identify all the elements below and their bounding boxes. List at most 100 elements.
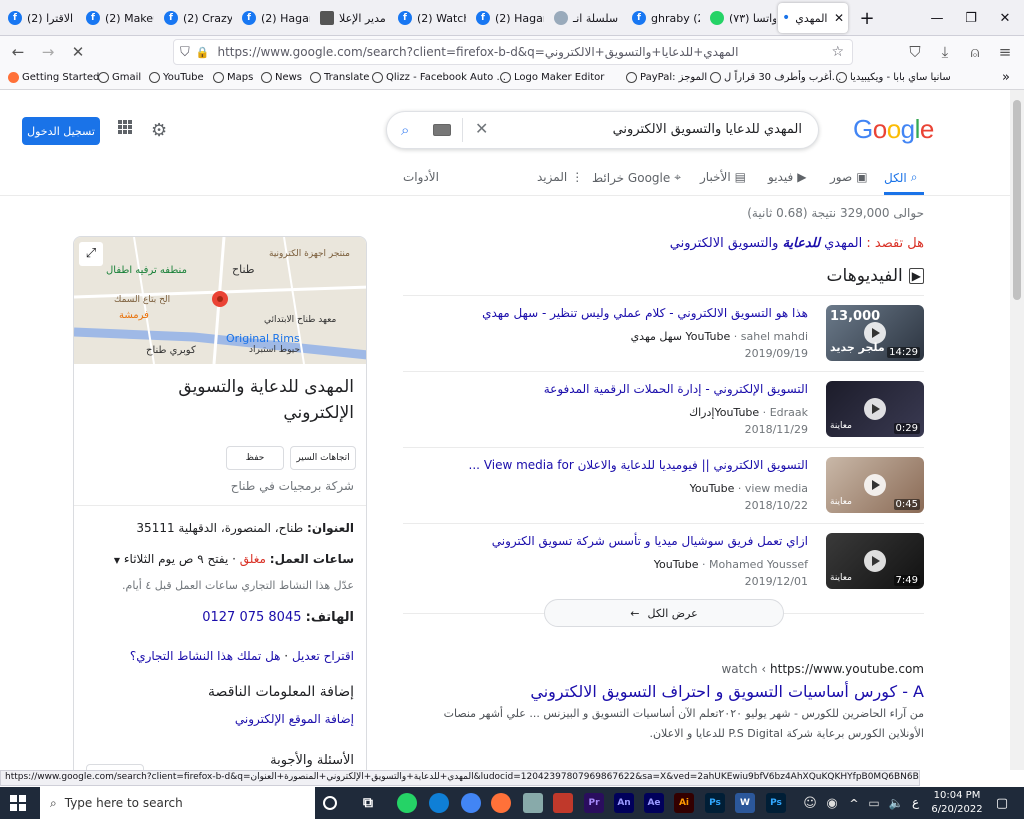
video-thumbnail[interactable]: 13,000 ملجر جديد 14:29 <box>826 305 924 361</box>
did-you-mean-link[interactable]: المهدي <box>824 236 862 251</box>
bookmark-translate[interactable]: Translate <box>310 72 369 83</box>
video-title-link[interactable]: التسويق الالكتروني || فيوميديا للدعاية و… <box>469 458 808 472</box>
downloads-icon[interactable]: ⤓ <box>933 40 957 64</box>
people-icon[interactable]: ☺ <box>800 793 820 813</box>
page-scrollbar[interactable] <box>1010 90 1024 770</box>
browser-tab[interactable]: f (2) Crazy <box>160 6 232 30</box>
tab-all[interactable]: الكل ⌕ <box>884 170 917 185</box>
cortana-icon[interactable] <box>323 796 337 810</box>
tab-images[interactable]: صور ▣ <box>830 170 868 184</box>
scrollbar-thumb[interactable] <box>1013 100 1021 300</box>
close-tab-icon[interactable]: ✕ <box>834 11 844 25</box>
suggest-edit-link[interactable]: اقتراح تعديل <box>292 649 354 663</box>
bookmark-strange[interactable]: أغرب وأطرف 30 قراراً ل... <box>710 72 841 83</box>
settings-gear-icon[interactable]: ⚙ <box>151 120 167 141</box>
bookmark-logo-maker[interactable]: Logo Maker Editor <box>500 72 604 83</box>
did-you-mean-link[interactable]: والتسويق الالكتروني <box>670 236 779 251</box>
bookmark-paypal[interactable]: PayPal: الموجز <box>626 72 707 83</box>
url-bar[interactable]: ⛉ 🔒 https://www.google.com/search?client… <box>173 39 853 65</box>
browser-tab[interactable]: سلسلة انـ <box>550 6 622 30</box>
did-you-mean-link[interactable]: للدعاية <box>783 236 820 251</box>
bookmark-gmail[interactable]: Gmail <box>98 72 141 83</box>
browser-tab[interactable]: (٧٣) واتسا <box>706 6 776 30</box>
browser-tab[interactable]: f (2) Hagar <box>238 6 310 30</box>
browser-tab[interactable]: f (2) Watch <box>394 6 466 30</box>
map-preview[interactable]: منتجر اجهزة الكترونية طناح منطفه ترفيه ا… <box>74 237 366 364</box>
animate-icon[interactable]: An <box>614 793 634 813</box>
show-hidden-icons[interactable]: ^ <box>844 793 864 813</box>
clock[interactable]: 10:04 PM 6/20/2022 <box>930 789 984 817</box>
tab-news[interactable]: الأخبار ▤ <box>700 170 746 184</box>
whatsapp-icon[interactable] <box>397 793 417 813</box>
back-button[interactable]: ← <box>6 40 30 64</box>
browser-tab[interactable]: f (2) Makeu <box>82 6 154 30</box>
browser-tab-active[interactable]: • المهدي ✕ <box>778 3 848 33</box>
hours-row[interactable]: ساعات العمل: مغلق · يفتح ٩ ص يوم الثلاثا… <box>114 552 354 566</box>
browser-tab[interactable]: f (2) الاقترا <box>4 6 76 30</box>
account-icon[interactable]: ⍝ <box>963 40 987 64</box>
search-icon[interactable]: ⌕ <box>401 121 409 139</box>
video-title-link[interactable]: هذا هو التسويق الالكتروني - كلام عملي ول… <box>482 306 808 320</box>
bookmark-youtube[interactable]: YouTube <box>149 72 204 83</box>
bookmark-qlizz[interactable]: Qlizz - Facebook Auto ... <box>372 72 506 83</box>
video-title-link[interactable]: التسويق الإلكتروني - إدارة الحملات الرقم… <box>544 382 808 396</box>
edge-icon[interactable] <box>429 793 449 813</box>
view-all-videos-button[interactable]: ← عرض الكل <box>544 599 784 627</box>
search-input[interactable]: المهدي للدعايا والتسويق الالكتروني <box>613 122 802 137</box>
restore-button[interactable]: ❐ <box>954 0 988 36</box>
tab-more[interactable]: المزيد ⋮ <box>537 170 583 184</box>
tab-tools[interactable]: الأدوات <box>403 170 439 184</box>
menu-icon[interactable]: ≡ <box>993 40 1017 64</box>
clear-search-icon[interactable]: ✕ <box>475 119 488 138</box>
tab-videos[interactable]: فيديو ▶ <box>768 170 806 184</box>
result-title-link[interactable]: A - كورس أساسيات التسويق و احتراف التسوي… <box>530 682 924 701</box>
google-logo[interactable]: Google <box>853 114 934 145</box>
app-tray-icon[interactable]: ◉ <box>822 793 842 813</box>
app-icon[interactable] <box>553 793 573 813</box>
task-view-icon[interactable]: ⧉ <box>358 793 378 813</box>
firefox-icon[interactable] <box>491 793 511 813</box>
pocket-icon[interactable]: ⛉ <box>903 40 927 64</box>
search-box[interactable]: ⌕ ✕ المهدي للدعايا والتسويق الالكتروني <box>386 111 819 149</box>
bookmark-star-icon[interactable]: ☆ <box>831 44 844 60</box>
bookmark-news[interactable]: News <box>261 72 302 83</box>
video-thumbnail[interactable]: معاينة 0:45 <box>826 457 924 513</box>
illustrator-icon[interactable]: Ai <box>674 793 694 813</box>
stop-button[interactable]: ✕ <box>66 40 90 64</box>
signin-button[interactable]: تسجيل الدخول <box>22 117 100 145</box>
phone-link[interactable]: 0127 075 8045 <box>202 610 301 625</box>
tab-maps[interactable]: خرائط Google ⌖ <box>592 170 681 185</box>
language-indicator[interactable]: ع <box>912 795 919 809</box>
photoshop-icon[interactable]: Ps <box>766 793 786 813</box>
own-business-link[interactable]: هل تملك هذا النشاط التجاري؟ <box>130 649 281 663</box>
forward-button[interactable]: → <box>36 40 60 64</box>
word-icon[interactable]: W <box>735 793 755 813</box>
network-icon[interactable]: ▭ <box>864 793 884 813</box>
close-window-button[interactable]: ✕ <box>988 0 1022 36</box>
video-title-link[interactable]: ازاي تعمل فريق سوشيال ميديا و تأسس شركة … <box>492 534 808 548</box>
browser-tab[interactable]: مدير الإعلا <box>316 6 388 30</box>
directions-button[interactable]: اتجاهات السير <box>290 446 356 470</box>
video-thumbnail[interactable]: معاينة 0:29 <box>826 381 924 437</box>
minimize-button[interactable]: — <box>920 0 954 36</box>
keyboard-icon[interactable] <box>433 124 451 136</box>
app-icon[interactable] <box>523 793 543 813</box>
after-effects-icon[interactable]: Ae <box>644 793 664 813</box>
save-button[interactable]: حفظ <box>226 446 284 470</box>
notifications-icon[interactable]: ▢ <box>992 793 1012 813</box>
expand-map-icon[interactable]: ⤢ <box>79 242 103 266</box>
chrome-icon[interactable] <box>461 793 481 813</box>
video-thumbnail[interactable]: معاينة 7:49 <box>826 533 924 589</box>
bookmark-getting-started[interactable]: Getting Started <box>8 72 99 83</box>
taskbar-search[interactable]: ⌕ Type here to search <box>40 787 315 819</box>
new-tab-button[interactable]: + <box>850 0 884 36</box>
bookmark-wiki[interactable]: سانيا ساي بابا - ويكيبيديا <box>836 72 951 83</box>
premiere-icon[interactable]: Pr <box>584 793 604 813</box>
windows-start-icon[interactable] <box>10 795 26 811</box>
volume-icon[interactable]: 🔈 <box>886 793 906 813</box>
bookmark-maps[interactable]: Maps <box>213 72 253 83</box>
photoshop-icon[interactable]: Ps <box>705 793 725 813</box>
apps-grid-icon[interactable] <box>118 120 132 134</box>
add-website-link[interactable]: إضافة الموقع الإلكتروني <box>235 712 354 726</box>
browser-tab[interactable]: f ghraby (2) <box>628 6 700 30</box>
